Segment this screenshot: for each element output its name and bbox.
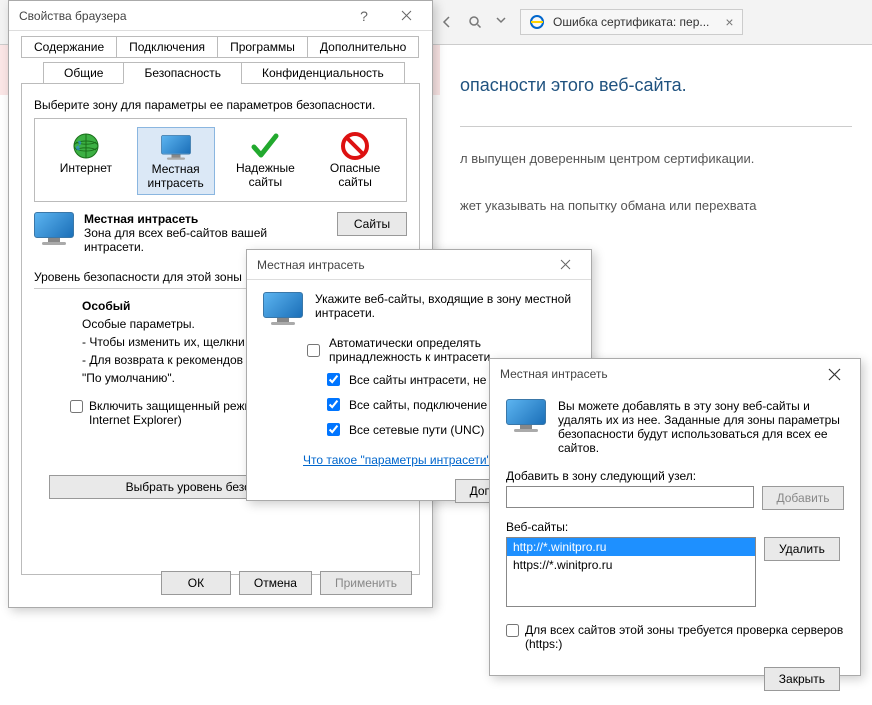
dialog-title: Местная интрасеть	[500, 367, 812, 381]
tab-advanced[interactable]: Дополнительно	[307, 36, 419, 58]
cert-line1: л выпущен доверенным центром сертификаци…	[460, 147, 852, 170]
zone-label-l1: Надежные	[236, 161, 295, 175]
intro-text: Укажите веб-сайты, входящие в зону местн…	[315, 292, 575, 320]
intranet-params-link[interactable]: Что такое "параметры интрасети"?	[303, 453, 497, 467]
delete-button[interactable]: Удалить	[764, 537, 840, 561]
check-icon	[250, 131, 280, 161]
monitor-icon	[263, 292, 303, 324]
zone-label-l2: интрасеть	[148, 176, 204, 190]
cert-line2: жет указывать на попытку обмана или пере…	[460, 194, 852, 217]
cancel-button[interactable]: Отмена	[239, 571, 312, 595]
tab-connections[interactable]: Подключения	[116, 36, 218, 58]
ie-icon	[529, 14, 545, 30]
globe-icon	[71, 131, 101, 161]
zone-label-l2: сайты	[249, 175, 283, 189]
cert-error-page: опасности этого веб-сайта. л выпущен дов…	[440, 45, 872, 237]
list-label: Веб-сайты:	[506, 520, 844, 534]
protected-mode-input[interactable]	[70, 400, 83, 413]
https-check-label: Для всех сайтов этой зоны требуется пров…	[525, 623, 844, 651]
help-icon[interactable]: ?	[344, 2, 384, 30]
add-site-input[interactable]	[506, 486, 754, 508]
zone-desc-title: Местная интрасеть	[84, 212, 327, 226]
zone-internet[interactable]: Интернет	[47, 127, 125, 195]
monitor-icon	[506, 399, 546, 431]
dialog-desc: Вы можете добавлять в эту зону веб-сайты…	[558, 399, 844, 455]
zone-label-l2: сайты	[338, 175, 372, 189]
zone-trusted[interactable]: Надежные сайты	[226, 127, 304, 195]
close-tab-icon[interactable]: ×	[725, 14, 733, 30]
chevron-down-icon[interactable]	[496, 15, 506, 29]
add-button[interactable]: Добавить	[762, 486, 845, 510]
back-icon[interactable]	[440, 15, 454, 29]
tab-content[interactable]: Содержание	[21, 36, 117, 58]
window-title: Свойства браузера	[19, 9, 342, 23]
tab-privacy[interactable]: Конфиденциальность	[241, 62, 405, 84]
zone-local-intranet[interactable]: Местная интрасеть	[137, 127, 215, 195]
cert-heading: опасности этого веб-сайта.	[460, 75, 852, 96]
local-intranet-sites-dialog: Местная интрасеть Вы можете добавлять в …	[489, 358, 861, 676]
monitor-icon	[34, 212, 74, 244]
zone-desc-text: Зона для всех веб-сайтов вашей интрасети…	[84, 226, 267, 254]
zone-restricted[interactable]: Опасные сайты	[316, 127, 394, 195]
zone-label-l1: Опасные	[330, 161, 380, 175]
list-item[interactable]: http://*.winitpro.ru	[507, 538, 755, 556]
tab-general[interactable]: Общие	[43, 62, 124, 84]
zone-prompt: Выберите зону для параметры ее параметро…	[34, 98, 407, 112]
close-icon[interactable]	[814, 360, 854, 388]
search-icon[interactable]	[468, 15, 482, 29]
zone-label: Интернет	[60, 161, 112, 175]
tab-security[interactable]: Безопасность	[123, 62, 242, 84]
ok-button[interactable]: ОК	[161, 571, 231, 595]
dialog-title: Местная интрасеть	[257, 258, 543, 272]
close-button[interactable]: Закрыть	[764, 667, 840, 691]
list-item[interactable]: https://*.winitpro.ru	[507, 556, 755, 574]
zone-label-l1: Местная	[152, 162, 200, 176]
monitor-icon	[156, 132, 196, 162]
add-field-label: Добавить в зону следующий узел:	[506, 469, 844, 483]
zone-list: Интернет Местная интрасеть Надежные сайт…	[34, 118, 407, 202]
close-icon[interactable]	[386, 2, 426, 30]
apply-button[interactable]: Применить	[320, 571, 412, 595]
browser-tab-title: Ошибка сертификата: пер...	[553, 15, 709, 29]
sites-button[interactable]: Сайты	[337, 212, 407, 236]
no-entry-icon	[340, 131, 370, 161]
close-icon[interactable]	[545, 251, 585, 279]
tab-programs[interactable]: Программы	[217, 36, 308, 58]
sites-listbox[interactable]: http://*.winitpro.ru https://*.winitpro.…	[506, 537, 756, 607]
https-check[interactable]: Для всех сайтов этой зоны требуется пров…	[506, 623, 844, 651]
browser-tab[interactable]: Ошибка сертификата: пер... ×	[520, 9, 743, 35]
